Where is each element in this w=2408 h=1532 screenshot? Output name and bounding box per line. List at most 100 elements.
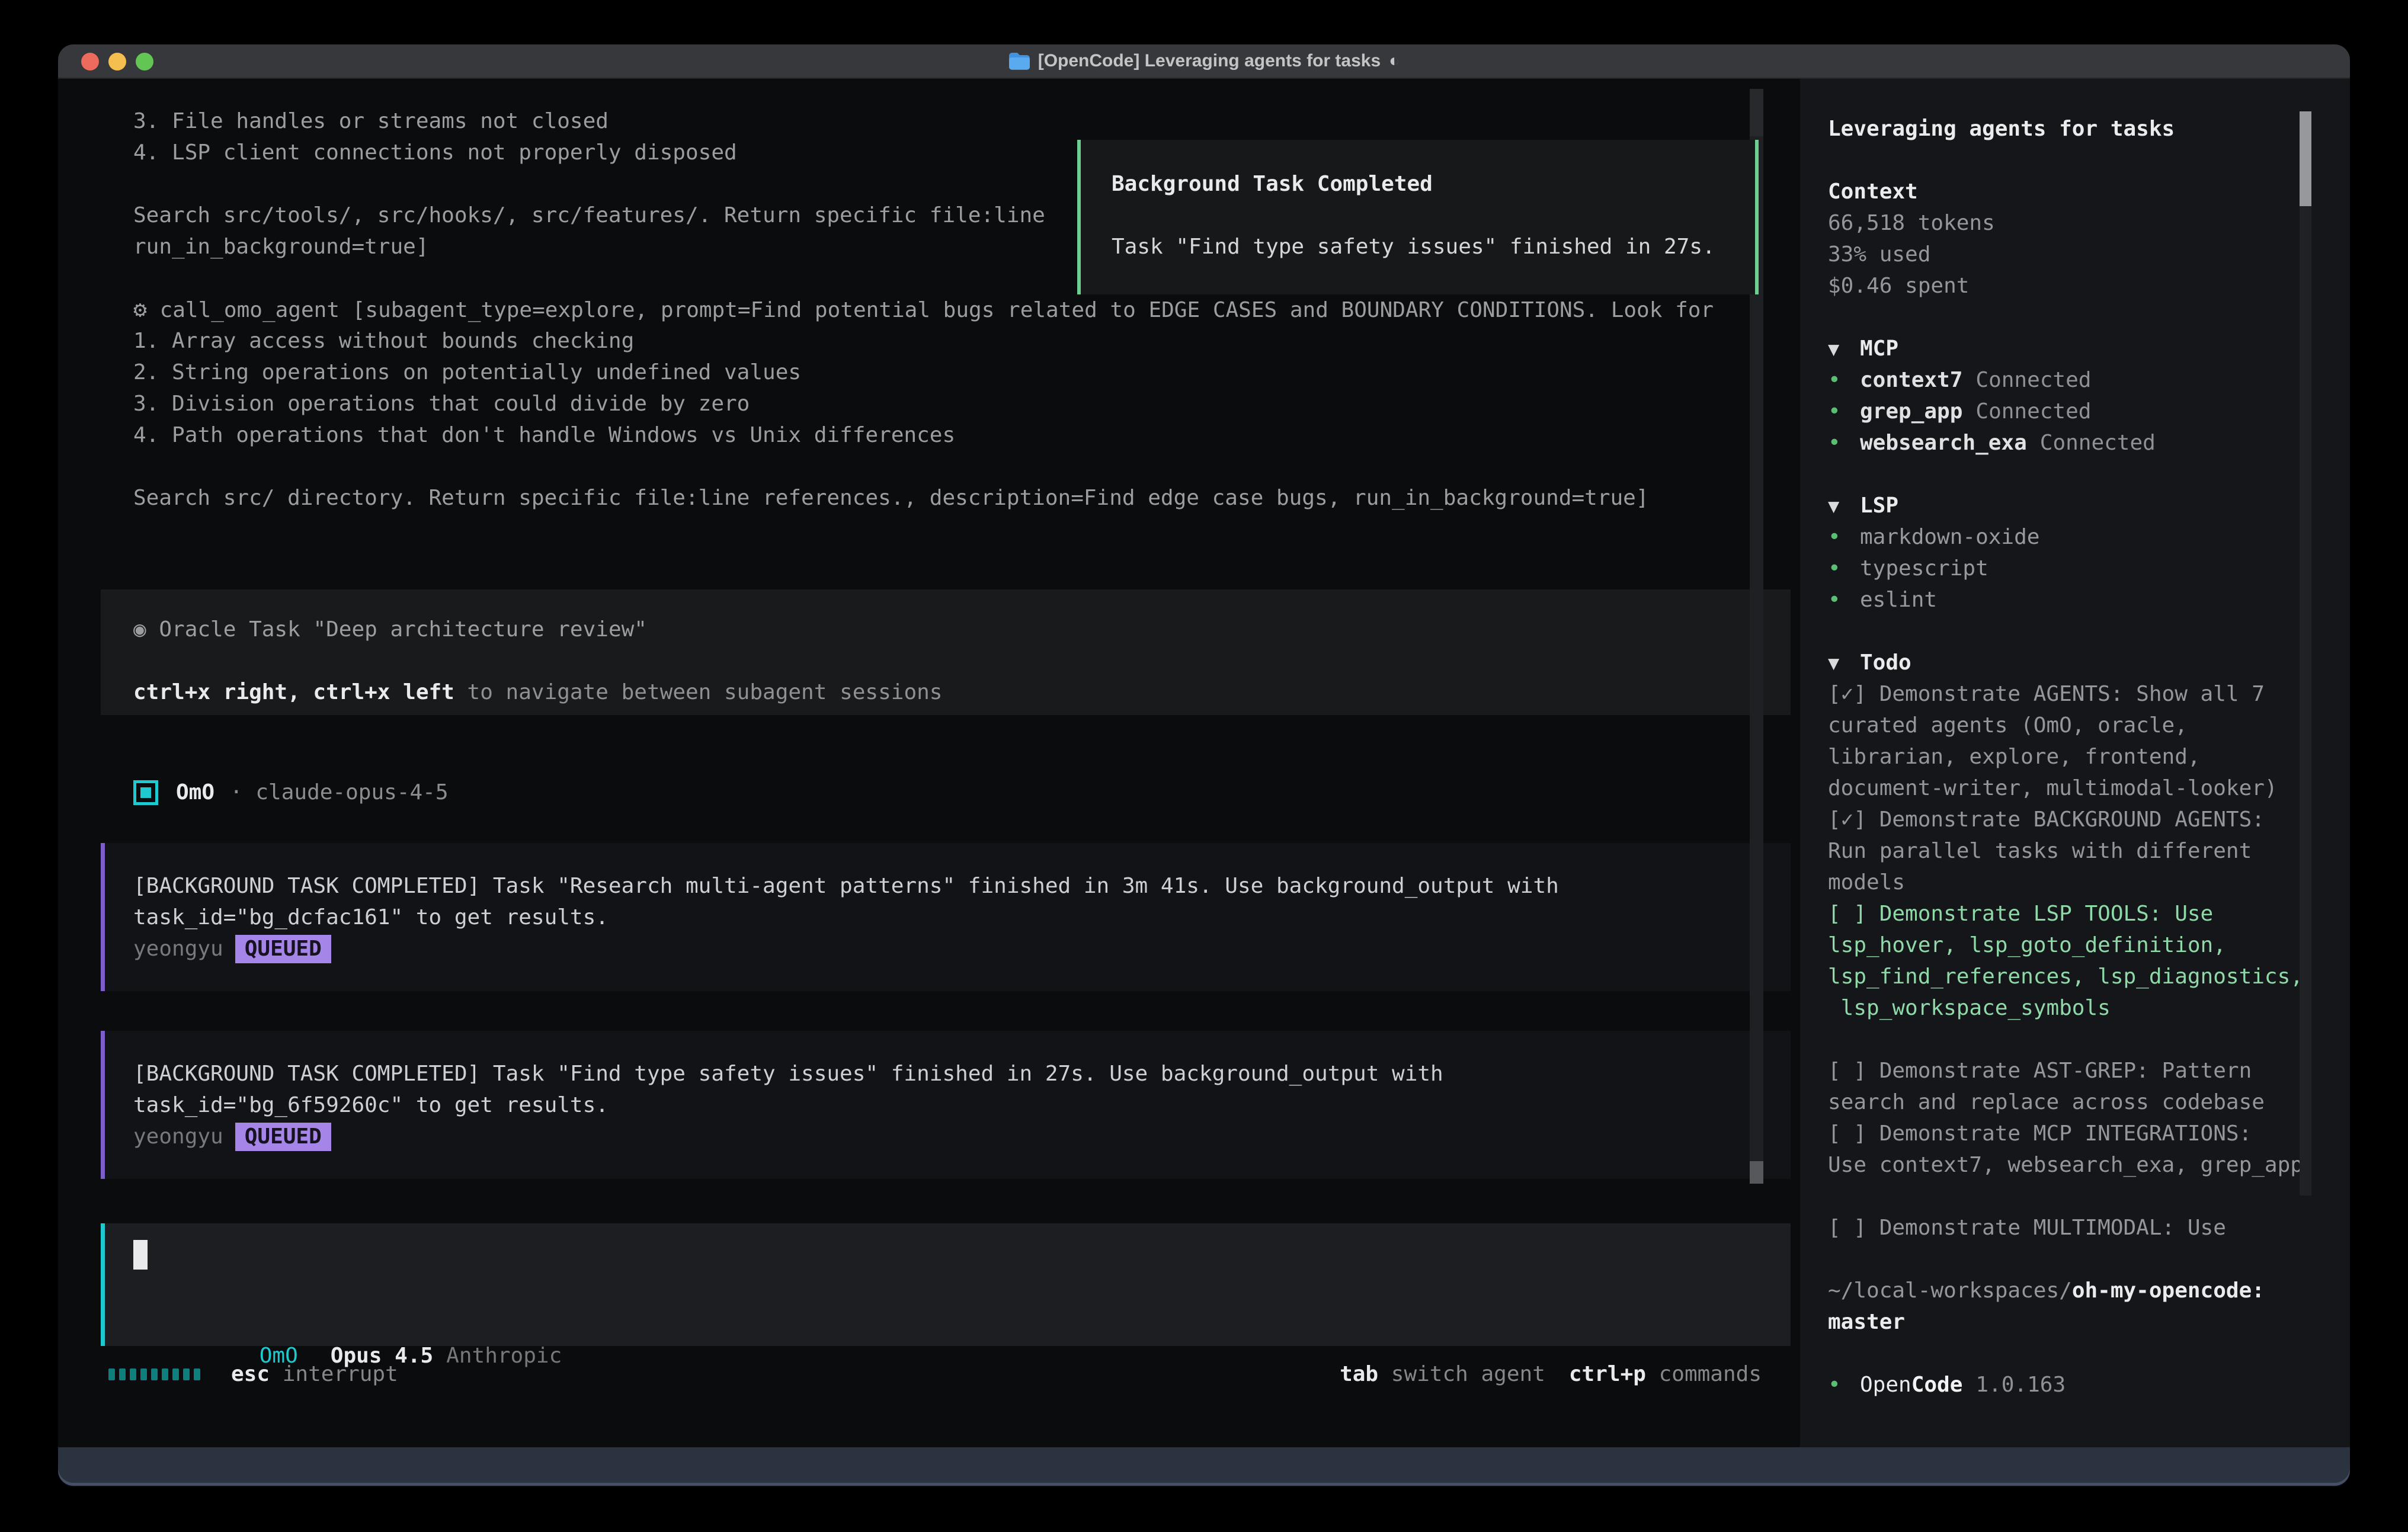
window-bottom-bar <box>58 1447 2350 1486</box>
todo-line-pending: search and replace across codebase <box>1828 1086 2350 1118</box>
window-title: [OpenCode] Leveraging agents for tasks ◐ <box>1008 51 1400 71</box>
lsp-item-name: markdown-oxide <box>1860 525 2039 549</box>
mcp-section-header[interactable]: ▼MCP <box>1828 333 2350 364</box>
hint-shortcut-keys: ctrl+x right, ctrl+x left <box>133 680 454 704</box>
status-bar: esc interrupt tab switch agent ctrl+p com… <box>108 1358 1762 1390</box>
sidebar-session-title: Leveraging agents for tasks <box>1828 117 2175 141</box>
oracle-blank <box>133 645 1791 677</box>
chevron-down-icon: ▼ <box>1828 491 1860 522</box>
bullet-icon: • <box>1828 1369 1860 1400</box>
bullet-icon: • <box>1828 521 1860 553</box>
session-sidebar: Leveraging agents for tasks Context 66,5… <box>1800 79 2350 1447</box>
close-button[interactable] <box>81 53 99 70</box>
task-message-line: task_id="bg_6f59260c" to get results. <box>133 1089 1791 1121</box>
mcp-heading: MCP <box>1860 336 1898 361</box>
gear-icon: ⚙ <box>133 296 147 322</box>
chevron-down-icon: ▼ <box>1828 648 1860 679</box>
terminal-main-pane: 3. File handles or streams not closed 4.… <box>58 79 1800 1447</box>
lsp-section-header[interactable]: ▼LSP <box>1828 490 2350 521</box>
bullet-icon: • <box>1828 396 1860 427</box>
bullet-icon: • <box>1828 427 1860 459</box>
workspace-path-prefix: ~/local-workspaces/ <box>1828 1278 2072 1303</box>
notification-toast[interactable]: Background Task Completed Task "Find typ… <box>1077 140 1759 294</box>
input-model-row: OmOOpus 4.5Anthropic <box>131 1309 562 1340</box>
lsp-item: •eslint <box>1828 584 2350 616</box>
mcp-item-name: context7 <box>1860 368 1962 392</box>
todo-line-done: curated agents (OmO, oracle, <box>1828 710 2350 741</box>
oracle-task-box: ◉ Oracle Task "Deep architecture review"… <box>101 589 1791 715</box>
commands-label: commands <box>1659 1362 1762 1386</box>
zoom-button[interactable] <box>136 53 153 70</box>
task-user: yeongyu <box>133 937 223 961</box>
app-name-bold: Code <box>1911 1373 1963 1397</box>
window-title-text: [OpenCode] Leveraging agents for tasks <box>1038 51 1381 71</box>
tab-key-hint: tab <box>1340 1362 1378 1386</box>
workspace-branch: master <box>1828 1310 1905 1334</box>
oracle-task-title: Oracle Task "Deep architecture review" <box>146 617 647 642</box>
sidebar-blank <box>1828 302 2350 333</box>
agent-square-icon <box>133 780 158 805</box>
context-spent: $0.46 spent <box>1828 270 2350 302</box>
todo-line-active: [ ] Demonstrate LSP TOOLS: Use <box>1828 898 2350 930</box>
agent-model: · claude-opus-4-5 <box>230 780 448 805</box>
sidebar-scrollbar-thumb[interactable] <box>2300 111 2311 206</box>
app-name-regular: Open <box>1860 1373 1911 1397</box>
lsp-item: •typescript <box>1828 553 2350 584</box>
traffic-lights <box>81 53 153 70</box>
main-scrollbar-thumb[interactable] <box>1750 1161 1763 1184</box>
oracle-task-title-line: ◉ Oracle Task "Deep architecture review" <box>133 614 1791 645</box>
hint-text: to navigate between subagent sessions <box>454 680 943 704</box>
todo-section-header[interactable]: ▼Todo <box>1828 647 2350 678</box>
task-meta-line: yeongyu QUEUED <box>133 933 1791 964</box>
main-scrollbar-cap <box>1750 89 1763 136</box>
version-line: •OpenCode1.0.163 <box>1828 1369 2350 1400</box>
esc-key-hint: esc <box>231 1362 270 1386</box>
bullet-icon: • <box>1828 584 1860 616</box>
background-task-message: [BACKGROUND TASK COMPLETED] Task "Find t… <box>101 1031 1791 1179</box>
todo-heading: Todo <box>1860 650 1911 675</box>
task-message-line: [BACKGROUND TASK COMPLETED] Task "Resear… <box>133 870 1791 902</box>
task-message-line: [BACKGROUND TASK COMPLETED] Task "Find t… <box>133 1058 1791 1089</box>
ctrl-p-key-hint: ctrl+p <box>1569 1362 1646 1386</box>
bullet-icon: • <box>1828 553 1860 584</box>
sidebar-blank <box>1828 1243 2350 1275</box>
minimize-button[interactable] <box>108 53 126 70</box>
scrollback-line: 1. Array access without bounds checking <box>133 325 1714 357</box>
opencode-window: [OpenCode] Leveraging agents for tasks ◐… <box>58 44 2350 1487</box>
scrollback-line: 3. Division operations that could divide… <box>133 388 1714 419</box>
scrollback-line-blank <box>133 451 1714 482</box>
interrupt-label: interrupt <box>283 1362 398 1386</box>
status-badge: QUEUED <box>235 935 331 963</box>
toast-blank <box>1112 200 1755 231</box>
tool-call-text: call_omo_agent [subagent_type=explore, p… <box>147 298 1714 322</box>
mcp-item-status: Connected <box>2040 431 2156 455</box>
todo-line-pending: [ ] Demonstrate MCP INTEGRATIONS: <box>1828 1118 2350 1149</box>
todo-line-done: [✓] Demonstrate AGENTS: Show all 7 <box>1828 678 2350 710</box>
mcp-item: •websearch_exaConnected <box>1828 427 2350 459</box>
scrollback-line: Search src/ directory. Return specific f… <box>133 482 1714 514</box>
scrollback-line: 3. File handles or streams not closed <box>133 105 1714 137</box>
lsp-item-name: typescript <box>1860 556 1988 581</box>
active-agent-line: OmO · claude-opus-4-5 <box>133 777 449 808</box>
sidebar-scrollbar[interactable] <box>2300 111 2311 1196</box>
prompt-input[interactable]: OmOOpus 4.5Anthropic <box>101 1223 1791 1346</box>
todo-line-active: lsp_workspace_symbols <box>1828 992 2350 1024</box>
scrollback-line: 2. String operations on potentially unde… <box>133 357 1714 388</box>
lsp-item-name: eslint <box>1860 588 1937 612</box>
todo-line-done: Run parallel tasks with different <box>1828 835 2350 867</box>
todo-line-pending: Use context7, websearch_exa, grep_app <box>1828 1149 2350 1181</box>
background-task-message: [BACKGROUND TASK COMPLETED] Task "Resear… <box>101 843 1791 991</box>
folder-icon <box>1008 52 1030 70</box>
context-used: 33% used <box>1828 239 2350 270</box>
window-content: 3. File handles or streams not closed 4.… <box>58 79 2350 1447</box>
todo-line-active: lsp_find_references, lsp_diagnostics, <box>1828 961 2350 992</box>
todo-line-done: document-writer, multimodal-looker) <box>1828 773 2350 804</box>
todo-line-done: [✓] Demonstrate BACKGROUND AGENTS: <box>1828 804 2350 835</box>
todo-line-pending: [ ] Demonstrate AST-GREP: Pattern <box>1828 1055 2350 1086</box>
toast-title: Background Task Completed <box>1112 168 1755 200</box>
switch-agent-label: switch agent <box>1391 1362 1545 1386</box>
context-tokens: 66,518 tokens <box>1828 207 2350 239</box>
sidebar-blank <box>1828 1024 2350 1055</box>
chevron-down-icon: ▼ <box>1828 334 1860 365</box>
text-cursor <box>133 1240 148 1270</box>
